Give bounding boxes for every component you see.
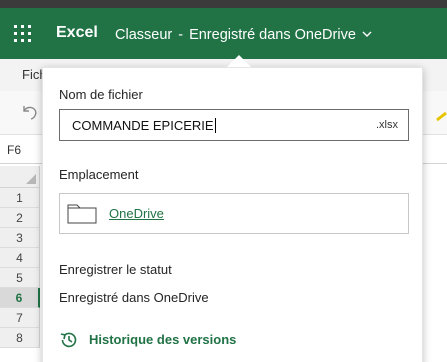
- location-picker[interactable]: OneDrive: [59, 193, 409, 234]
- undo-icon[interactable]: [20, 103, 38, 126]
- row-header[interactable]: 3: [0, 228, 40, 248]
- select-all-corner[interactable]: [0, 166, 40, 188]
- app-name[interactable]: Excel: [56, 24, 98, 42]
- status-label: Enregistrer le statut: [59, 262, 172, 277]
- text-caret: [214, 118, 216, 133]
- chevron-down-icon: [362, 25, 372, 41]
- app-header: Excel Classeur - Enregistré dans OneDrive: [0, 8, 447, 59]
- document-name: Classeur: [115, 27, 173, 43]
- folder-icon: [67, 202, 97, 229]
- version-history-label: Historique des versions: [89, 332, 237, 347]
- filename-extension: .xlsx: [376, 119, 398, 131]
- filename-label: Nom de fichier: [59, 87, 143, 102]
- waffle-grid-icon[interactable]: [14, 25, 31, 42]
- filename-value: COMMANDE EPICERIE: [72, 118, 214, 133]
- location-label: Emplacement: [59, 167, 139, 182]
- panel-pointer: [227, 55, 251, 67]
- status-value: Enregistré dans OneDrive: [59, 290, 209, 305]
- highlight-color-icon[interactable]: [436, 109, 447, 122]
- row-header[interactable]: 8: [0, 328, 40, 348]
- location-onedrive-link[interactable]: OneDrive: [109, 206, 164, 221]
- save-state: Enregistré dans OneDrive: [189, 27, 356, 43]
- top-strip: [0, 0, 447, 8]
- row-header[interactable]: 5: [0, 268, 40, 288]
- row-header[interactable]: 7: [0, 308, 40, 328]
- row-header[interactable]: 1: [0, 188, 40, 208]
- document-title-button[interactable]: Classeur - Enregistré dans OneDrive: [115, 25, 372, 43]
- row-header-active[interactable]: 6: [0, 288, 40, 308]
- name-box[interactable]: F6: [7, 143, 21, 157]
- filename-input[interactable]: COMMANDE EPICERIE .xlsx: [59, 109, 409, 141]
- history-clock-icon: [59, 330, 79, 355]
- title-separator: -: [178, 27, 184, 43]
- file-save-panel: Nom de fichier COMMANDE EPICERIE .xlsx E…: [42, 67, 423, 362]
- excel-window: Excel Classeur - Enregistré dans OneDrive …: [0, 0, 447, 362]
- row-header[interactable]: 4: [0, 248, 40, 268]
- row-header[interactable]: 2: [0, 208, 40, 228]
